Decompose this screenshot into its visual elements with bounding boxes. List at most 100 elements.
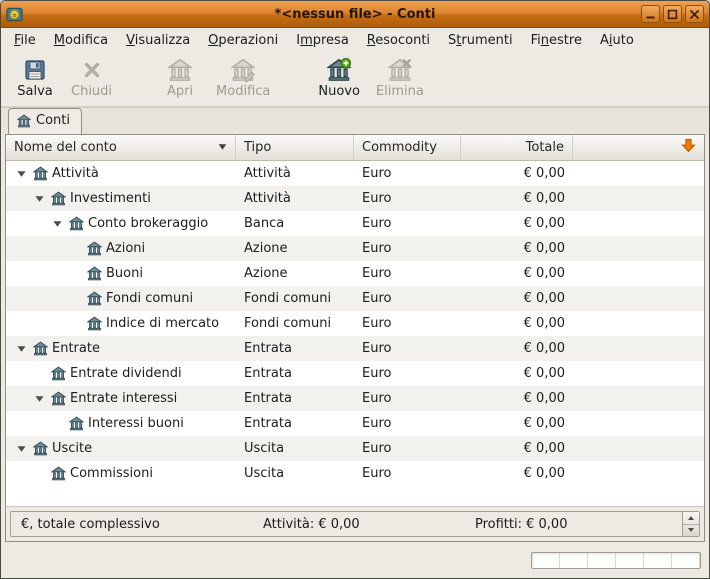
- column-header-options: [573, 135, 704, 160]
- gnucash-window: *<nessun file> - Conti FileModificaVisua…: [0, 0, 710, 579]
- close-button[interactable]: [685, 5, 704, 23]
- minimize-button[interactable]: [641, 5, 660, 23]
- account-type: Fondi comuni: [236, 316, 354, 331]
- maximize-button[interactable]: [663, 5, 682, 23]
- table-row[interactable]: Fondi comuniFondi comuniEuro€ 0,00: [6, 286, 704, 311]
- table-row[interactable]: Entrate interessiEntrataEuro€ 0,00: [6, 386, 704, 411]
- stepper-up-icon[interactable]: [683, 512, 699, 525]
- account-total: € 0,00: [461, 216, 573, 231]
- table-row[interactable]: Entrate dividendiEntrataEuro€ 0,00: [6, 361, 704, 386]
- menu-resoconti[interactable]: Resoconti: [358, 31, 439, 50]
- window-title: *<nessun file> - Conti: [1, 7, 709, 22]
- column-label: Totale: [526, 140, 564, 155]
- account-name: Conto brokeraggio: [88, 216, 208, 231]
- toolbar-button-label: Nuovo: [318, 84, 360, 99]
- column-header-nome-del-conto[interactable]: Nome del conto: [6, 135, 236, 160]
- toolbar-button-salva[interactable]: Salva: [7, 55, 63, 101]
- account-icon: [87, 316, 102, 331]
- account-icon: [51, 191, 66, 206]
- toolbar-button-modifica: Modifica: [208, 55, 278, 101]
- column-header-tipo[interactable]: Tipo: [236, 135, 354, 160]
- sort-indicator-icon: [218, 140, 227, 155]
- account-type: Azione: [236, 241, 354, 256]
- table-row[interactable]: Conto brokeraggioBancaEuro€ 0,00: [6, 211, 704, 236]
- account-type: Banca: [236, 216, 354, 231]
- account-icon: [87, 241, 102, 256]
- menu-impresa[interactable]: Impresa: [287, 31, 358, 50]
- new-account-icon: [327, 58, 351, 82]
- table-row[interactable]: AzioniAzioneEuro€ 0,00: [6, 236, 704, 261]
- menu-aiuto[interactable]: Aiuto: [591, 31, 643, 50]
- tab-conti[interactable]: Conti: [8, 108, 82, 134]
- table-row[interactable]: Indice di mercatoFondi comuniEuro€ 0,00: [6, 311, 704, 336]
- account-icon: [33, 441, 48, 456]
- summary-assets: Attività: € 0,00: [263, 517, 475, 532]
- menu-visualizza[interactable]: Visualizza: [117, 31, 199, 50]
- account-icon: [51, 391, 66, 406]
- table-row[interactable]: EntrateEntrataEuro€ 0,00: [6, 336, 704, 361]
- open-account-icon: [168, 58, 192, 82]
- account-commodity: Euro: [354, 366, 461, 381]
- account-type: Entrata: [236, 391, 354, 406]
- menu-modifica[interactable]: Modifica: [45, 31, 117, 50]
- expander-spacer: [68, 316, 83, 331]
- account-name: Commissioni: [70, 466, 153, 481]
- account-total: € 0,00: [461, 466, 573, 481]
- account-name: Entrate dividendi: [70, 366, 182, 381]
- toolbar-button-nuovo[interactable]: Nuovo: [310, 55, 368, 101]
- tabstrip: Conti: [1, 107, 709, 134]
- expander-icon[interactable]: [14, 341, 29, 356]
- column-header-totale[interactable]: Totale: [461, 135, 573, 160]
- account-icon: [69, 216, 84, 231]
- table-row[interactable]: BuoniAzioneEuro€ 0,00: [6, 261, 704, 286]
- column-options-arrow-icon[interactable]: [681, 138, 696, 157]
- table-row[interactable]: InvestimentiAttivitàEuro€ 0,00: [6, 186, 704, 211]
- expander-icon[interactable]: [32, 191, 47, 206]
- table-row[interactable]: Interessi buoniEntrataEuro€ 0,00: [6, 411, 704, 436]
- menu-file[interactable]: File: [5, 31, 45, 50]
- menubar: FileModificaVisualizzaOperazioniImpresaR…: [1, 28, 709, 52]
- account-type: Azione: [236, 266, 354, 281]
- delete-account-icon: [388, 58, 412, 82]
- account-icon: [33, 166, 48, 181]
- expander-icon[interactable]: [14, 441, 29, 456]
- account-type: Fondi comuni: [236, 291, 354, 306]
- expander-icon[interactable]: [32, 391, 47, 406]
- column-header-commodity[interactable]: Commodity: [354, 135, 461, 160]
- column-label: Tipo: [244, 140, 271, 155]
- table-row[interactable]: CommissioniUscitaEuro€ 0,00: [6, 461, 704, 486]
- account-commodity: Euro: [354, 266, 461, 281]
- account-commodity: Euro: [354, 341, 461, 356]
- stepper-down-icon[interactable]: [683, 525, 699, 537]
- edit-account-icon: [231, 58, 255, 82]
- expander-spacer: [32, 366, 47, 381]
- table-row[interactable]: UsciteUscitaEuro€ 0,00: [6, 436, 704, 461]
- window-titlebar[interactable]: *<nessun file> - Conti: [1, 1, 709, 28]
- expander-spacer: [68, 291, 83, 306]
- account-total: € 0,00: [461, 366, 573, 381]
- accounts-tab-icon: [17, 114, 31, 128]
- account-name: Entrate interessi: [70, 391, 177, 406]
- menu-strumenti[interactable]: Strumenti: [439, 31, 522, 50]
- account-commodity: Euro: [354, 241, 461, 256]
- account-icon: [69, 416, 84, 431]
- progress-bar: [531, 552, 701, 569]
- summary-stepper[interactable]: [682, 512, 699, 536]
- account-type: Entrata: [236, 341, 354, 356]
- menu-operazioni[interactable]: Operazioni: [199, 31, 287, 50]
- toolbar-button-label: Apri: [167, 84, 193, 99]
- account-name: Azioni: [106, 241, 145, 256]
- account-type: Attività: [236, 166, 354, 181]
- account-type: Attività: [236, 191, 354, 206]
- expander-icon[interactable]: [14, 166, 29, 181]
- account-icon: [87, 266, 102, 281]
- table-row[interactable]: AttivitàAttivitàEuro€ 0,00: [6, 161, 704, 186]
- menu-finestre[interactable]: Finestre: [522, 31, 591, 50]
- expander-spacer: [68, 266, 83, 281]
- account-commodity: Euro: [354, 191, 461, 206]
- window-controls: [641, 5, 704, 23]
- expander-icon[interactable]: [50, 216, 65, 231]
- tab-label: Conti: [36, 113, 70, 128]
- toolbar: Salva Chiudi Apri Modifica Nuovo Elimina: [1, 52, 709, 107]
- close-page-icon: [80, 58, 104, 82]
